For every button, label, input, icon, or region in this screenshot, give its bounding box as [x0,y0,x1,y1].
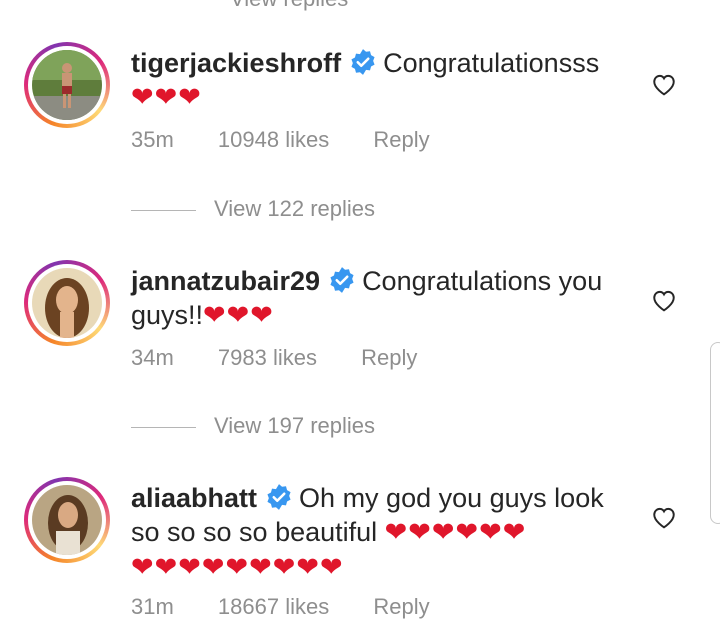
view-replies-partial[interactable]: View replies [230,0,348,12]
view-replies-button[interactable]: View 197 replies [131,413,375,439]
comment-time: 31m [131,594,174,619]
verified-badge-icon [330,267,354,293]
avatar-photo [32,268,102,338]
reply-button[interactable]: Reply [361,345,417,370]
avatar[interactable] [24,42,110,128]
comment-likes[interactable]: 7983 likes [218,345,317,370]
comment-time: 34m [131,345,174,370]
heart-emojis-line-2: ❤❤❤❤❤❤❤❤❤ [131,552,344,583]
heart-emojis: ❤❤❤❤❤❤ [384,517,527,548]
heart-outline-icon[interactable] [651,288,677,312]
heart-emojis: ❤❤❤ [131,82,202,113]
comment-likes[interactable]: 18667 likes [218,594,329,619]
comment-username[interactable]: jannatzubair29 [131,266,320,296]
reply-button[interactable]: Reply [373,594,429,619]
comment-likes[interactable]: 10948 likes [218,127,329,152]
reply-button[interactable]: Reply [373,127,429,152]
comment-username[interactable]: aliaabhatt [131,483,257,513]
view-replies-button[interactable]: View 122 replies [131,196,375,222]
scrollbar[interactable] [710,342,720,524]
verified-badge-icon [351,49,375,75]
verified-badge-icon [267,484,291,510]
heart-emojis: ❤❤❤ [203,300,274,331]
avatar-photo [32,50,102,120]
avatar[interactable] [24,260,110,346]
comment-time: 35m [131,127,174,152]
heart-outline-icon[interactable] [651,72,677,96]
heart-outline-icon[interactable] [651,505,677,529]
comment-username[interactable]: tigerjackieshroff [131,48,341,78]
avatar-photo [32,485,102,555]
comment-text: Congratulationsss [383,48,600,78]
avatar[interactable] [24,477,110,563]
